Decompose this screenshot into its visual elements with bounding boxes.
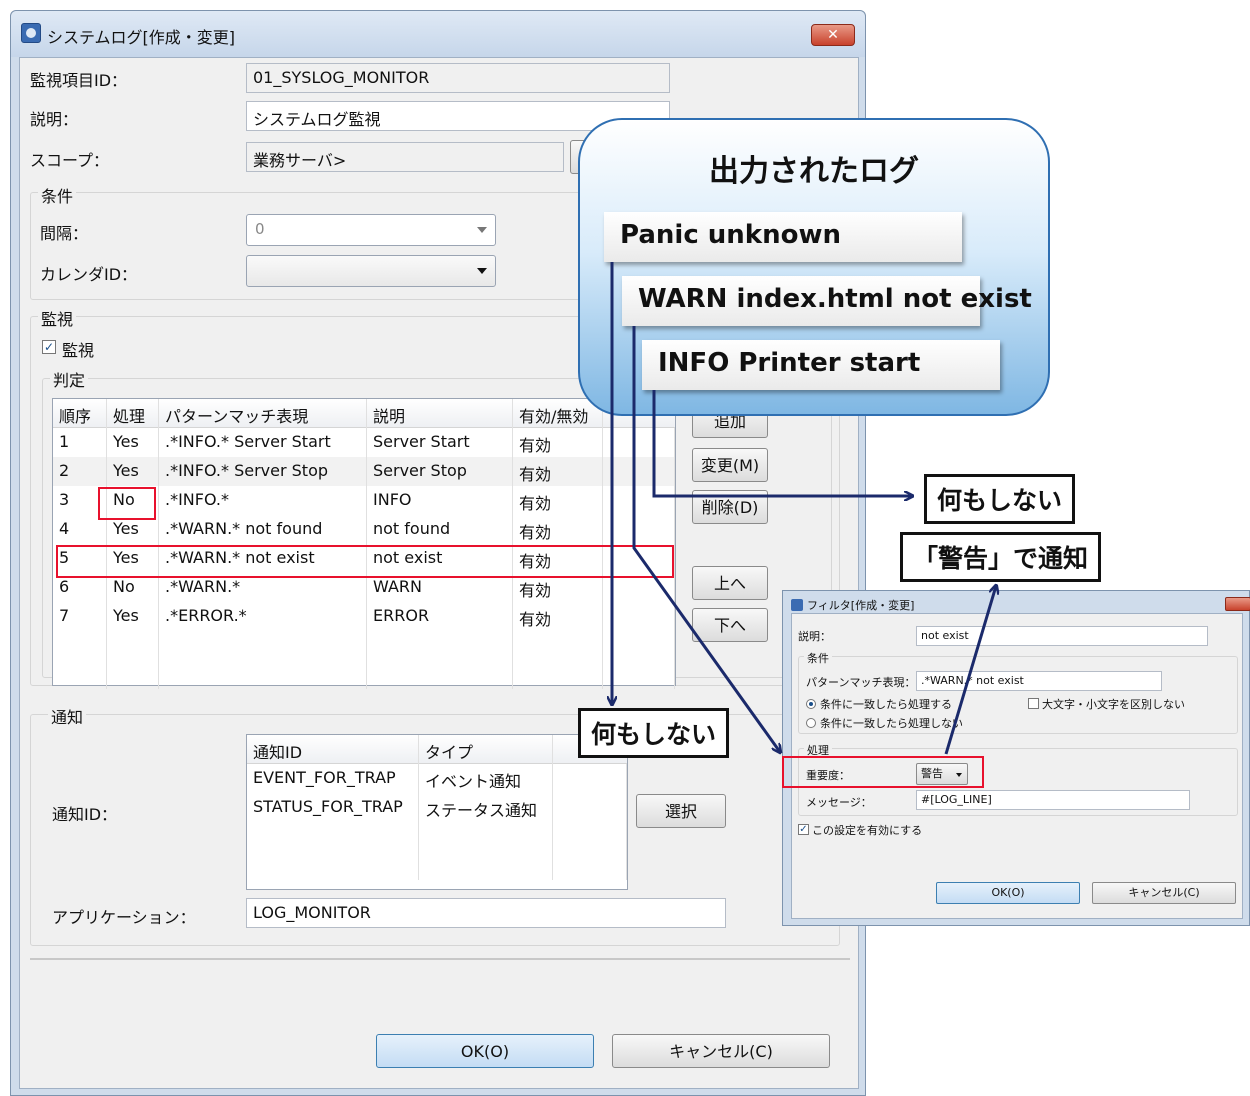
arrow-priority-to-warn (944, 586, 996, 755)
callout-do-nothing-panic: 何もしない (578, 708, 730, 758)
arrow-info-to-nothing (652, 390, 912, 496)
callout-do-nothing-info: 何もしない (924, 474, 1076, 524)
arrow-warn-to-filter (632, 326, 780, 752)
callout-notify-warning: 「警告」で通知 (900, 532, 1102, 582)
